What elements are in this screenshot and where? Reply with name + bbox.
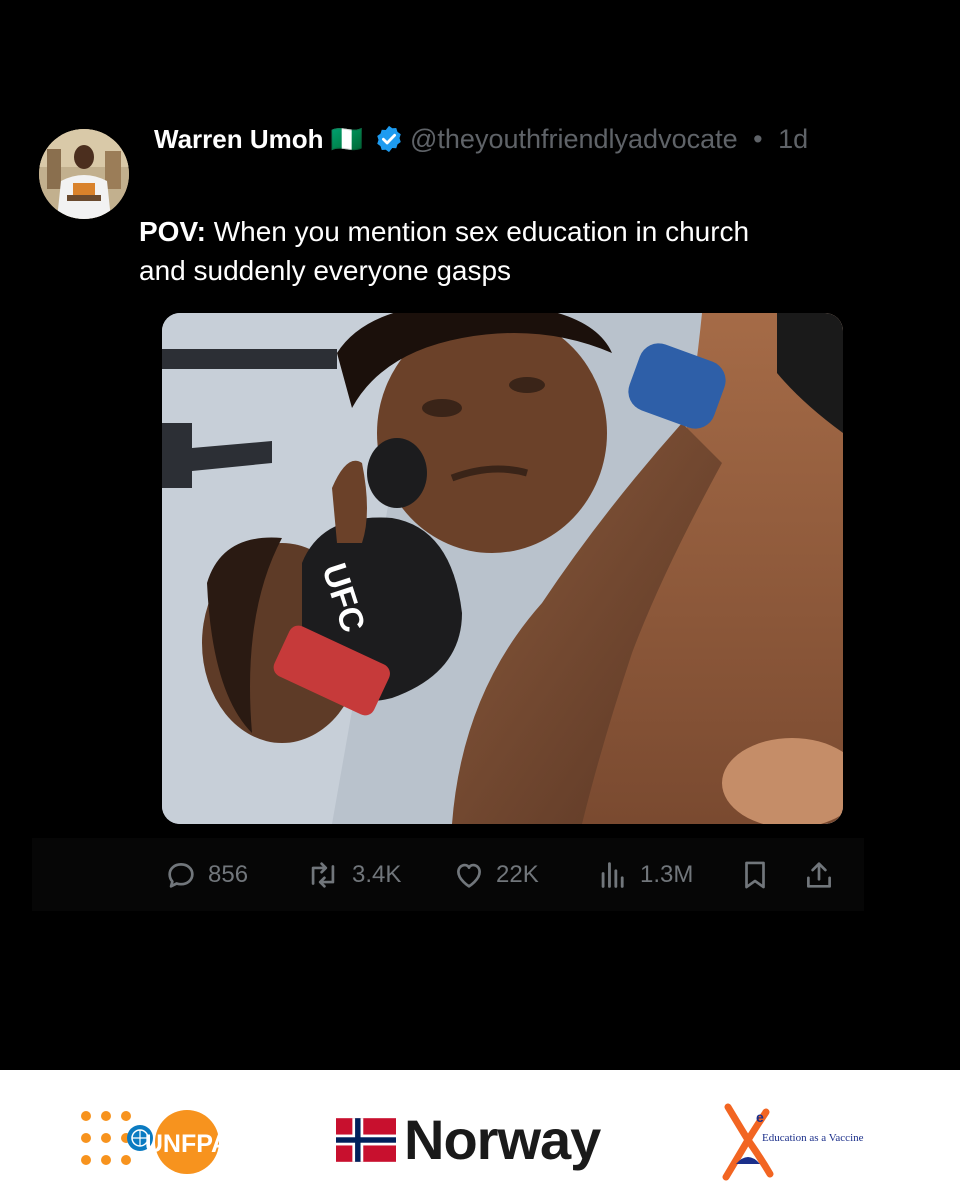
heart-icon — [457, 863, 481, 888]
dot-separator: • — [753, 124, 763, 154]
post-text: POV: When you mention sex education in c… — [139, 212, 839, 290]
education-vaccine-logo-text: Education as a Vaccine — [762, 1132, 864, 1144]
post-text-line1: When you mention sex education in church — [205, 216, 750, 247]
education-vaccine-letter: e — [756, 1109, 764, 1125]
reply-count: 856 — [208, 860, 249, 888]
like-button[interactable]: 22K — [452, 838, 539, 911]
like-count: 22K — [496, 860, 539, 888]
bookmark-icon — [745, 861, 765, 888]
verified-badge-icon — [377, 125, 401, 153]
action-bar: 856 3.4K 22K 1.3M — [32, 838, 864, 911]
views-count: 1.3M — [640, 860, 694, 888]
author-handle-row: @theyouthfriendlyadvocate • 1d — [410, 122, 808, 156]
post-text-line2: and suddenly everyone gasps — [139, 255, 512, 286]
norway-flag-icon — [336, 1118, 396, 1162]
avatar-image — [39, 129, 129, 219]
post-text-bold: POV: — [139, 216, 206, 247]
author-name[interactable]: Warren Umoh 🇳🇬 — [154, 122, 363, 156]
meme-photo: UFC — [162, 313, 843, 824]
unfpa-logo: UNFPA — [81, 1110, 222, 1174]
views-button[interactable]: 1.3M — [596, 838, 693, 911]
repost-count: 3.4K — [352, 860, 402, 888]
reply-button[interactable]: 856 — [164, 838, 248, 911]
author-handle[interactable]: @theyouthfriendlyadvocate — [410, 124, 738, 154]
share-button[interactable] — [802, 838, 836, 911]
share-icon — [807, 861, 831, 888]
repost-icon — [311, 861, 335, 888]
reply-icon — [168, 862, 194, 888]
bookmark-button[interactable] — [738, 838, 772, 911]
sponsor-footer: UNFPA Norway e Education as a Vaccine — [0, 1070, 960, 1200]
post-image[interactable]: UFC — [162, 313, 843, 824]
norway-logo-text: Norway — [404, 1108, 601, 1171]
avatar[interactable] — [39, 129, 129, 219]
tweet-card: Warren Umoh 🇳🇬 @theyouthfriendlyadvocate… — [0, 0, 960, 1070]
views-chart-icon — [601, 861, 624, 888]
repost-button[interactable]: 3.4K — [304, 838, 401, 911]
unfpa-logo-text: UNFPA — [145, 1130, 222, 1158]
post-timestamp[interactable]: 1d — [778, 124, 808, 154]
